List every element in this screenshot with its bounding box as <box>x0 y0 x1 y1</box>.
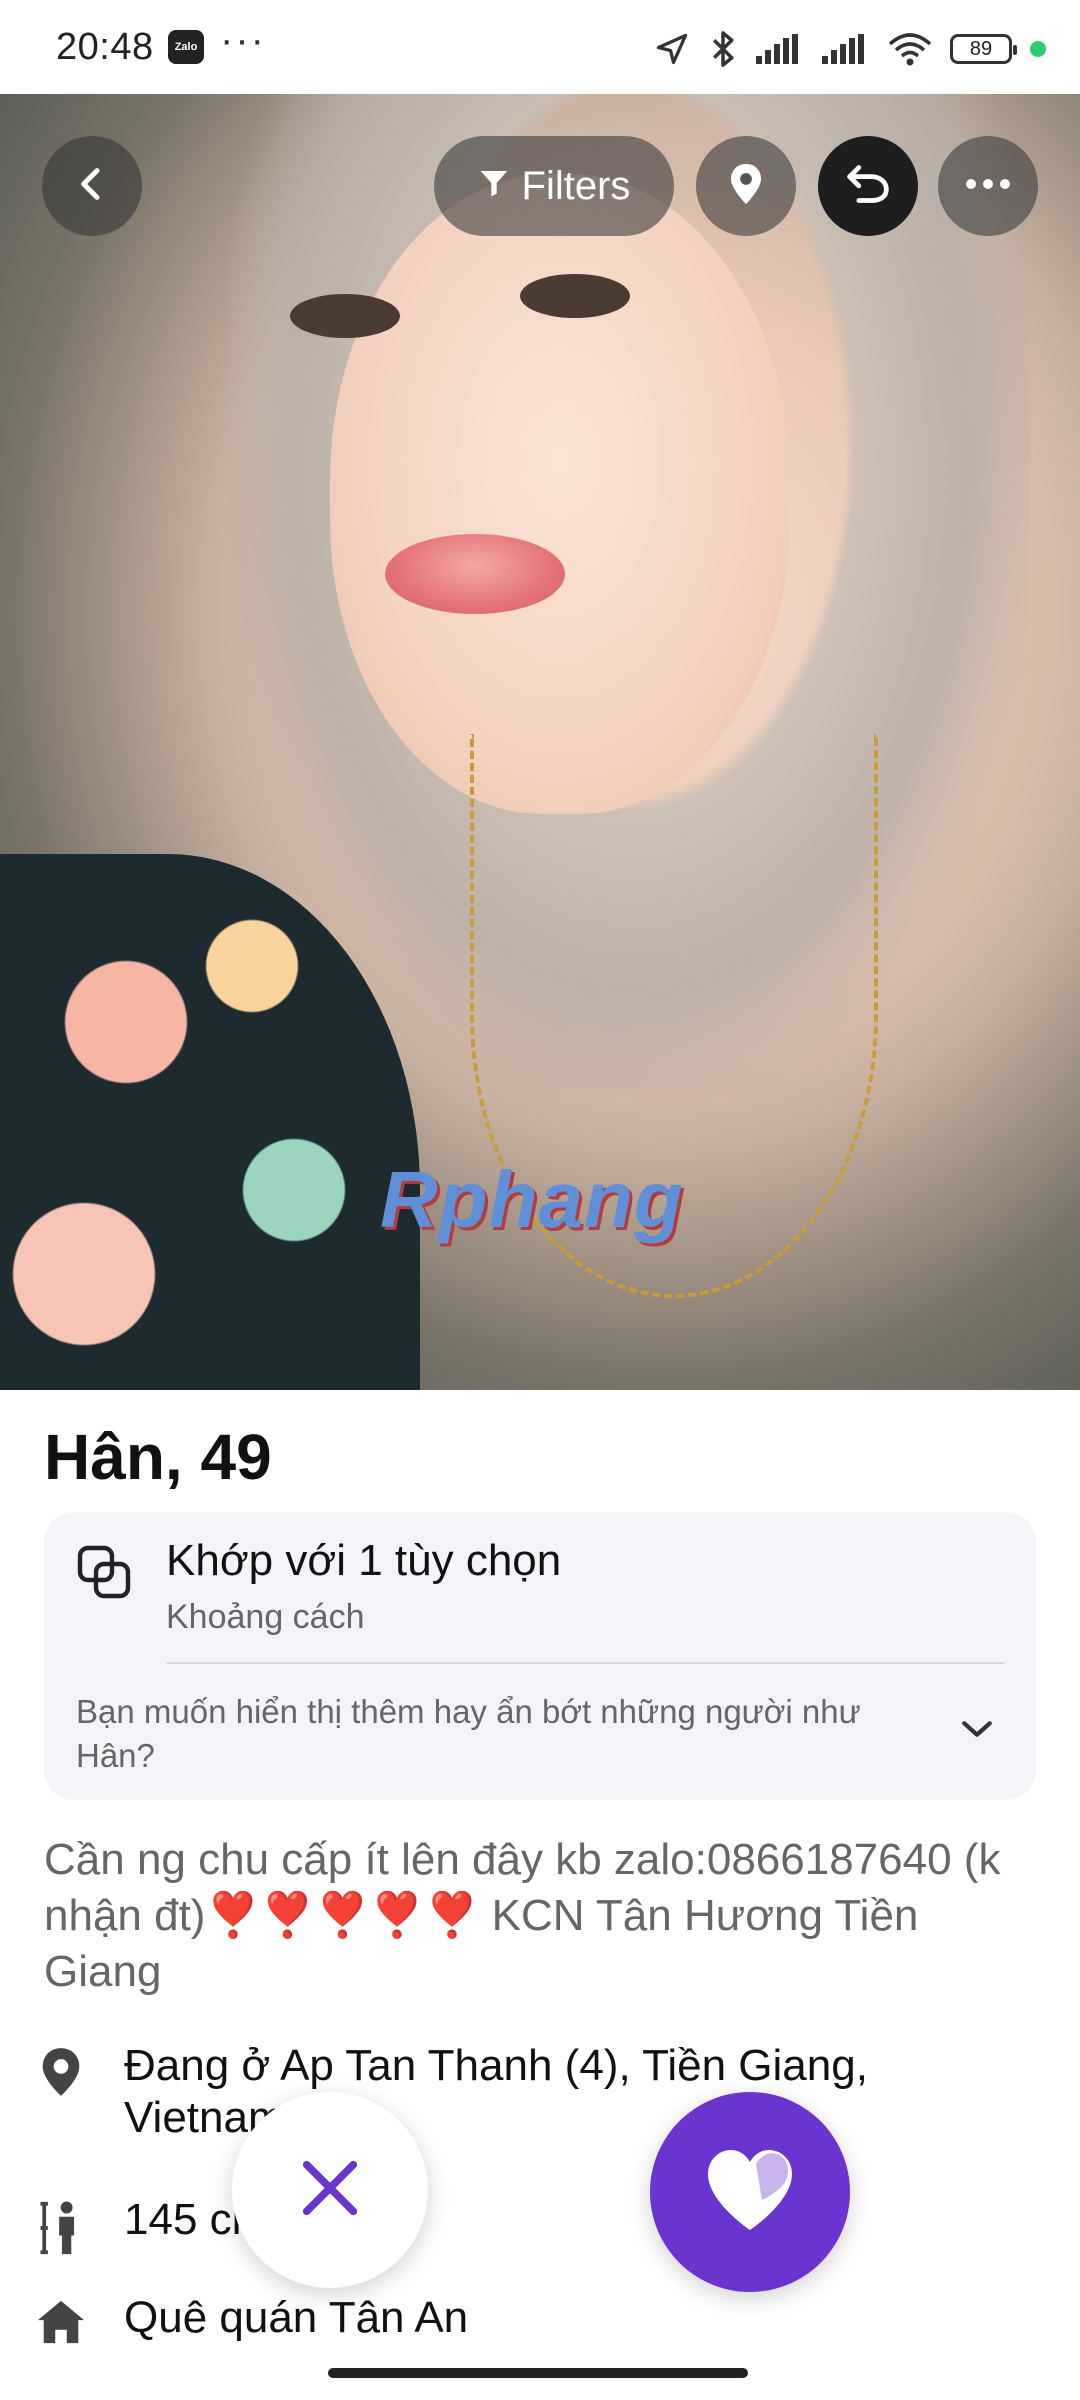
filters-button[interactable]: Filters <box>434 136 674 236</box>
profile-bio: Cần ng chu cấp ít lên đây kb zalo:086618… <box>44 1835 1001 1996</box>
chevron-left-icon <box>72 164 112 209</box>
info-row-hometown: Quê quán Tân An <box>36 2292 1004 2346</box>
info-row-height: 145 cm <box>36 2194 1004 2256</box>
signal-2-icon <box>822 34 870 64</box>
like-button[interactable] <box>650 2092 850 2292</box>
more-options-button[interactable] <box>938 136 1038 236</box>
match-subtitle: Khoảng cách <box>166 1598 365 1636</box>
battery-indicator: 89 <box>950 34 1017 64</box>
photo-eye-right <box>520 274 630 318</box>
photo-watermark: Rphang <box>380 1155 684 1244</box>
wifi-icon <box>888 32 932 66</box>
undo-icon <box>844 162 892 211</box>
filter-icon <box>478 164 510 209</box>
divider <box>166 1662 1004 1664</box>
photo-face <box>330 174 790 814</box>
notification-more-icon: ··· <box>220 18 266 62</box>
match-preferences-card[interactable]: Khớp với 1 tùy chọn Khoảng cách Bạn muốn… <box>44 1512 1036 1800</box>
signal-icon <box>756 34 804 64</box>
privacy-indicator-dot <box>1030 41 1046 57</box>
bluetooth-icon <box>708 30 738 68</box>
more-horizontal-icon <box>965 177 1011 195</box>
back-button[interactable] <box>42 136 142 236</box>
photo-lips <box>385 534 565 614</box>
match-question: Bạn muốn hiển thị thêm hay ẩn bớt những … <box>76 1693 861 1774</box>
map-pin-icon <box>726 162 766 211</box>
undo-button[interactable] <box>818 136 918 236</box>
status-bar: 20:48 Zalo ··· 89 <box>0 0 1080 94</box>
home-icon <box>36 2298 86 2346</box>
home-indicator[interactable] <box>328 2368 748 2378</box>
hometown-text: Quê quán Tân An <box>124 2293 469 2342</box>
location-button[interactable] <box>696 136 796 236</box>
chevron-down-icon[interactable] <box>960 1718 994 1745</box>
location-arrow-icon <box>654 31 690 67</box>
overlap-squares-icon <box>76 1544 132 1605</box>
map-pin-icon <box>36 2046 86 2098</box>
dislike-button[interactable] <box>232 2092 428 2288</box>
photo-eye-left <box>290 294 400 338</box>
filters-label: Filters <box>521 163 631 208</box>
status-time: 20:48 <box>56 26 154 68</box>
match-title: Khớp với 1 tùy chọn <box>166 1536 562 1585</box>
height-person-icon <box>36 2200 86 2256</box>
close-icon <box>295 2153 365 2228</box>
zalo-icon: Zalo <box>168 30 204 64</box>
heart-icon <box>702 2146 798 2239</box>
info-row-location: Đang ở Ap Tan Thanh (4), Tiền Giang, Vie… <box>36 2040 1004 2144</box>
profile-name-age: Hân, 49 <box>44 1421 272 1493</box>
profile-photo[interactable]: Rphang <box>0 94 1080 1390</box>
